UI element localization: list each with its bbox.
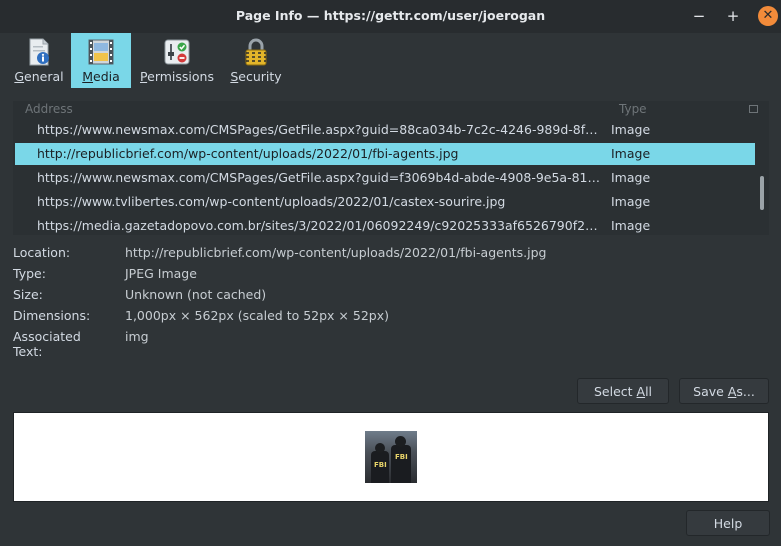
maximize-button[interactable]: + [724, 8, 742, 26]
media-preview: FBI FBI [13, 412, 769, 502]
tab-media-label: Media [82, 69, 120, 84]
column-header-address[interactable]: Address [25, 102, 73, 116]
location-value: http://republicbrief.com/wp-content/uplo… [125, 245, 547, 260]
save-as-button[interactable]: Save As... [679, 378, 769, 404]
row-address: https://www.newsmax.com/CMSPages/GetFile… [37, 122, 602, 137]
list-item[interactable]: https://www.tvlibertes.com/wp-content/up… [15, 191, 755, 213]
list-scrollbar[interactable] [760, 176, 764, 210]
row-type: Image [611, 194, 651, 209]
row-address: https://media.gazetadopovo.com.br/sites/… [37, 218, 602, 233]
row-type: Image [611, 146, 651, 161]
agent-figure-right [391, 445, 411, 483]
column-picker-icon[interactable] [749, 105, 758, 113]
tab-bar: General Media Permissions Security [0, 33, 781, 88]
tab-permissions[interactable]: Permissions [138, 33, 216, 88]
tab-security[interactable]: Security [226, 33, 286, 88]
associated-text-label: Associated Text: [13, 329, 81, 359]
media-film-icon [88, 39, 114, 65]
tab-general-label: General [14, 69, 64, 84]
associated-text-value: img [125, 329, 149, 344]
badge-text-right: FBI [395, 453, 408, 461]
list-item[interactable]: https://media.gazetadopovo.com.br/sites/… [15, 215, 755, 235]
type-label: Type: [13, 266, 46, 281]
media-list[interactable]: Address Type https://www.newsmax.com/CMS… [13, 101, 769, 235]
dimensions-value: 1,000px × 562px (scaled to 52px × 52px) [125, 308, 389, 323]
row-type: Image [611, 218, 651, 233]
row-address: https://www.tvlibertes.com/wp-content/up… [37, 194, 506, 209]
list-item-selected[interactable]: http://republicbrief.com/wp-content/uplo… [15, 143, 755, 165]
title-bar: Page Info — https://gettr.com/user/joero… [0, 0, 781, 33]
tab-security-label: Security [230, 69, 282, 84]
agent-head-right [395, 436, 406, 447]
location-label: Location: [13, 245, 71, 260]
select-all-button[interactable]: Select All [577, 378, 669, 404]
permissions-toggles-icon [164, 39, 190, 65]
size-value: Unknown (not cached) [125, 287, 267, 302]
agent-head-left [375, 443, 385, 453]
size-label: Size: [13, 287, 43, 302]
document-info-icon [29, 38, 49, 66]
type-value: JPEG Image [125, 266, 197, 281]
minimize-button[interactable]: − [690, 8, 708, 26]
row-address: http://republicbrief.com/wp-content/uplo… [37, 146, 459, 161]
list-item[interactable]: https://www.newsmax.com/CMSPages/GetFile… [15, 119, 755, 141]
dimensions-label: Dimensions: [13, 308, 91, 323]
window-title: Page Info — https://gettr.com/user/joero… [235, 8, 546, 23]
row-address: https://www.newsmax.com/CMSPages/GetFile… [37, 170, 602, 185]
column-header-type[interactable]: Type [619, 102, 647, 116]
tab-media[interactable]: Media [71, 33, 131, 88]
badge-text-left: FBI [374, 461, 387, 469]
help-button[interactable]: Help [686, 510, 770, 536]
list-header: Address Type [13, 101, 769, 118]
padlock-icon [245, 38, 267, 66]
preview-image: FBI FBI [365, 431, 417, 483]
tab-permissions-label: Permissions [140, 69, 214, 84]
list-item[interactable]: https://www.newsmax.com/CMSPages/GetFile… [15, 167, 755, 189]
row-type: Image [611, 170, 651, 185]
tab-general[interactable]: General [14, 33, 64, 88]
close-button[interactable]: ✕ [758, 6, 778, 26]
row-type: Image [611, 122, 651, 137]
